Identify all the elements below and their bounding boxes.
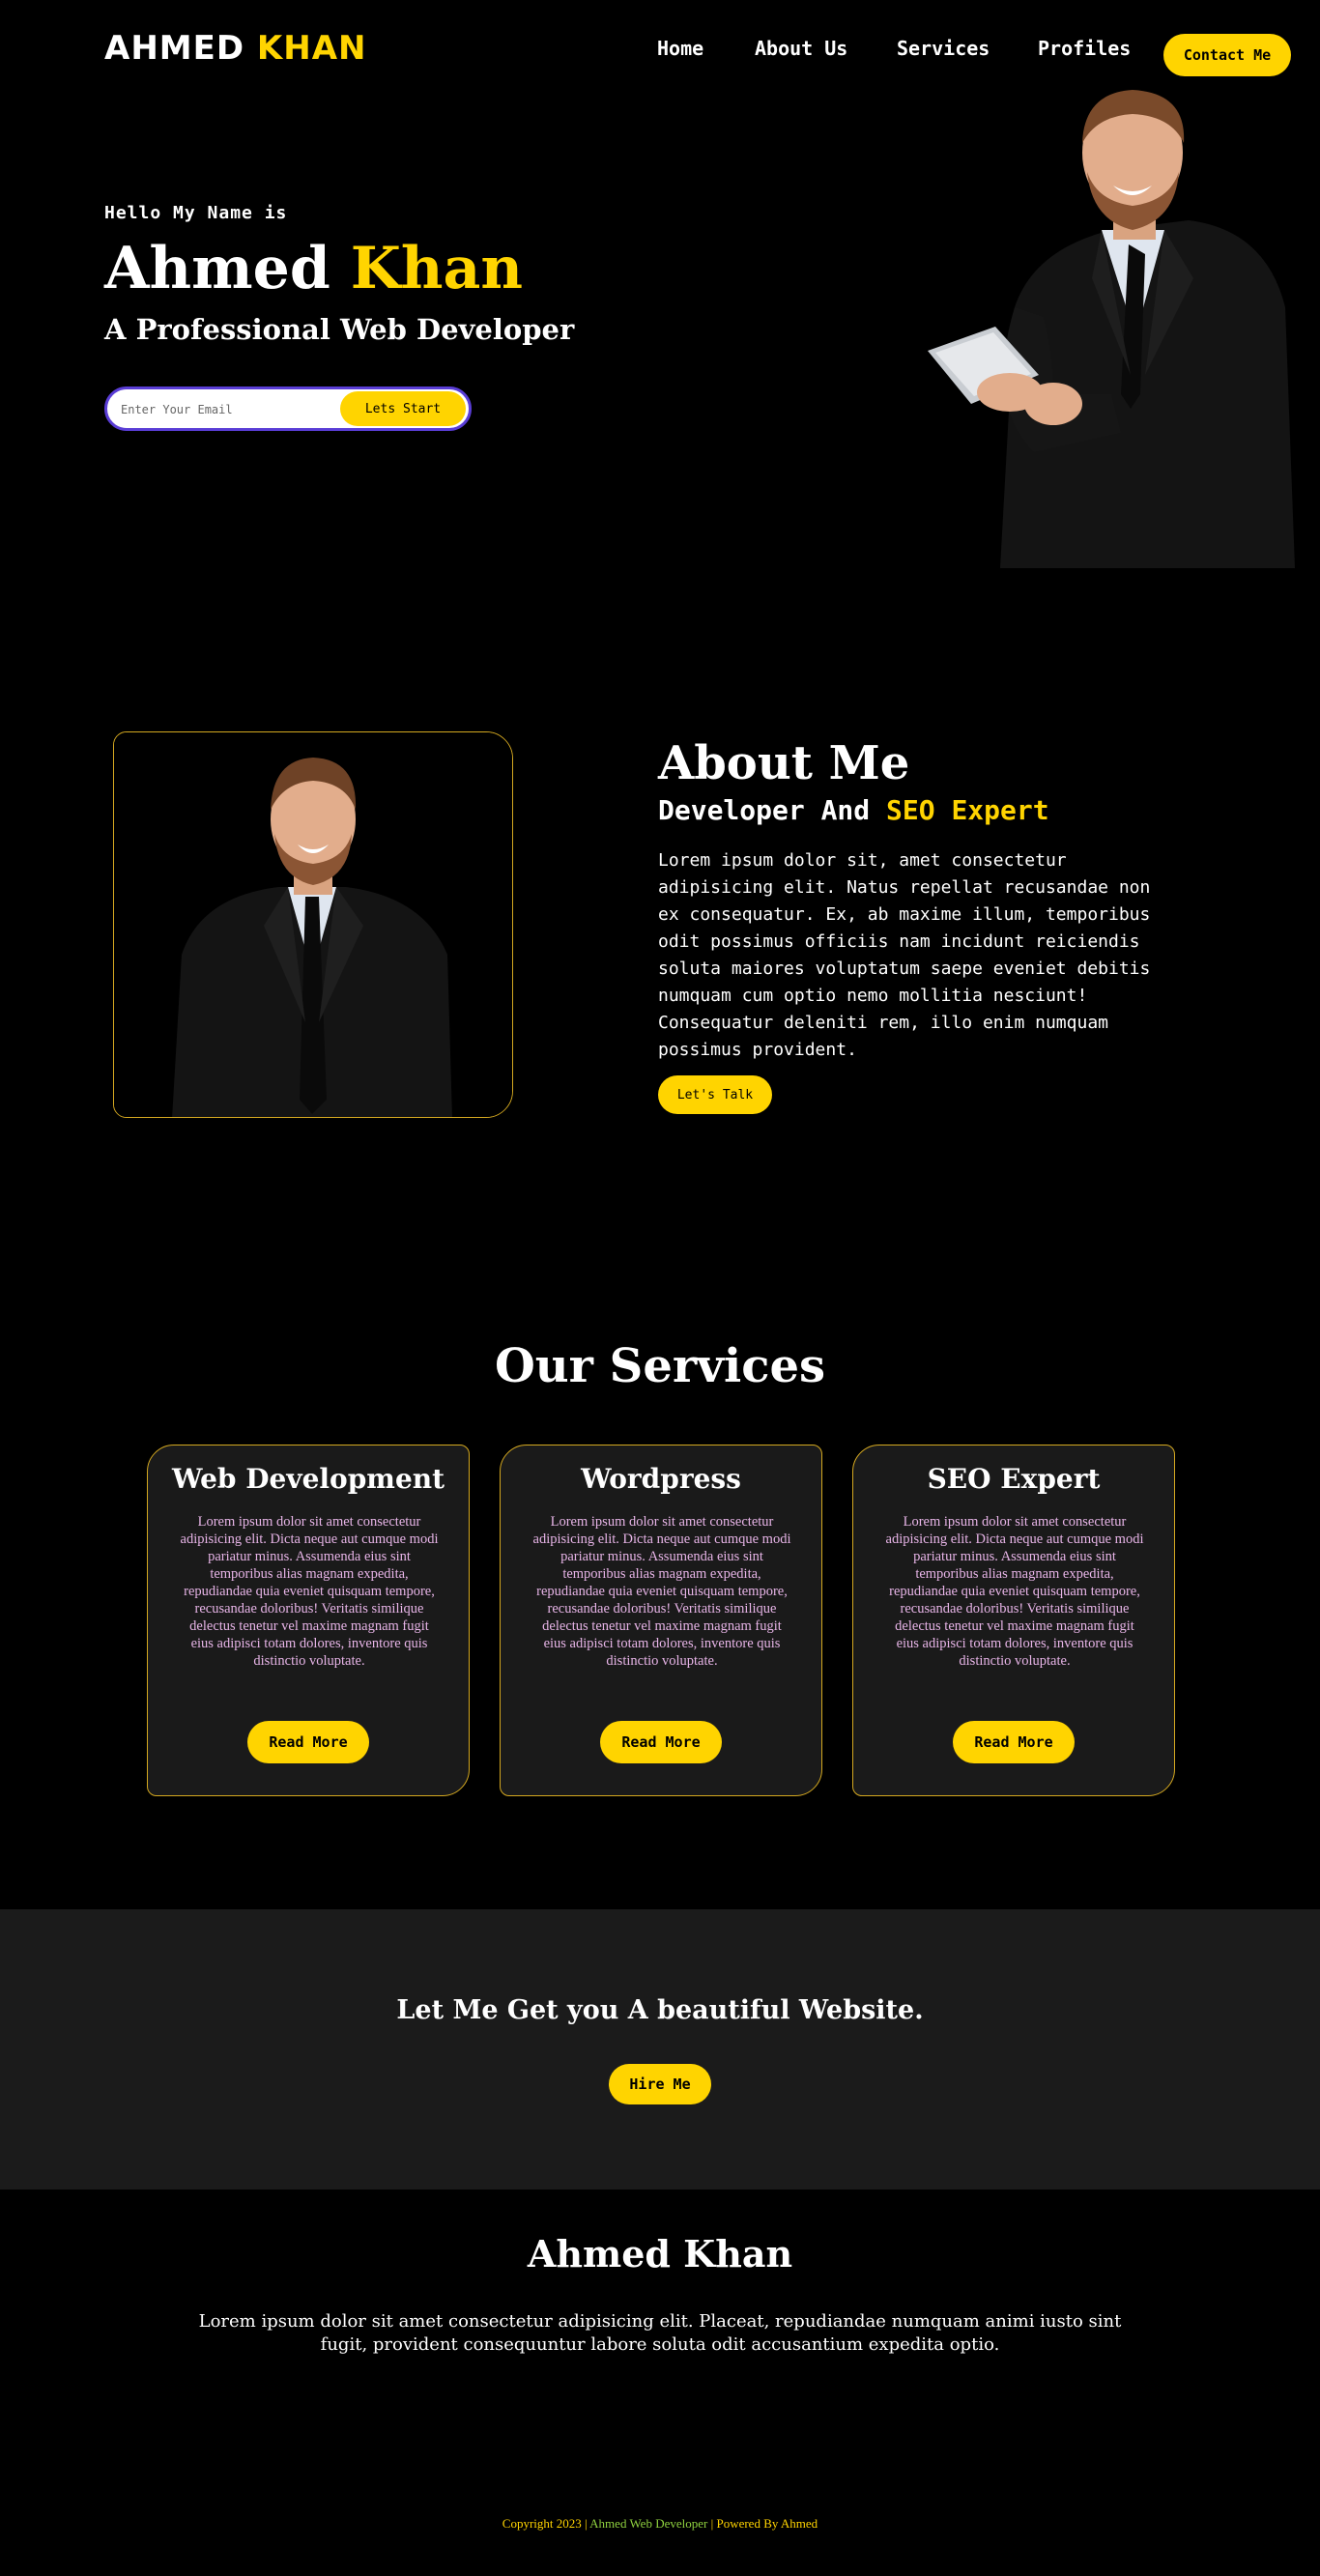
read-more-button[interactable]: Read More (600, 1721, 722, 1763)
hero-name: Ahmed Khan (104, 235, 523, 302)
email-input[interactable] (121, 399, 314, 420)
nav-link-home[interactable]: Home (657, 37, 703, 60)
hero-portrait-image (928, 90, 1295, 568)
about-title: About Me (658, 736, 910, 790)
about-subtitle-prefix: Developer And (658, 794, 871, 826)
lets-talk-button[interactable]: Let's Talk (658, 1075, 772, 1114)
lets-start-button[interactable]: Lets Start (340, 391, 466, 426)
about-description: Lorem ipsum dolor sit, amet consectetur … (658, 850, 1151, 1060)
hero-greeting: Hello My Name is (104, 203, 288, 223)
about-subtitle: Developer And SEO Expert (658, 794, 1049, 826)
service-card-title: SEO Expert (927, 1463, 1101, 1495)
copyright-left: Copyright 2023 | (502, 2516, 588, 2531)
services-title: Our Services (494, 1339, 826, 1393)
nav-link-services[interactable]: Services (897, 37, 990, 60)
hire-me-button[interactable]: Hire Me (609, 2064, 711, 2104)
cta-title: Let Me Get you A beautiful Website. (396, 1995, 924, 2025)
copyright-link[interactable]: Ahmed Web Developer (589, 2516, 707, 2531)
service-card-web-development: Web Development Lorem ipsum dolor sit am… (147, 1445, 470, 1796)
service-card-title: Web Development (171, 1463, 445, 1495)
logo-last: KHAN (256, 29, 367, 68)
copyright-text: Copyright 2023 | Ahmed Web Developer | P… (0, 2516, 1320, 2532)
nav-link-profiles[interactable]: Profiles (1038, 37, 1131, 60)
service-card-seo-expert: SEO Expert Lorem ipsum dolor sit amet co… (852, 1445, 1175, 1796)
footer-description: Lorem ipsum dolor sit amet consectetur a… (198, 2311, 1122, 2355)
about-photo-frame (113, 731, 513, 1118)
hero-first-name: Ahmed (104, 235, 330, 302)
read-more-button[interactable]: Read More (953, 1721, 1075, 1763)
service-card-title: Wordpress (581, 1463, 741, 1495)
service-card-text: Lorem ipsum dolor sit amet consectetur a… (180, 1514, 439, 1669)
about-portrait-image (114, 732, 512, 1117)
service-card-text: Lorem ipsum dolor sit amet consectetur a… (885, 1514, 1144, 1669)
copyright-right: | Powered By Ahmed (710, 2516, 818, 2531)
hire-cta-section: Let Me Get you A beautiful Website. Hire… (0, 1909, 1320, 2190)
nav-link-about[interactable]: About Us (755, 37, 847, 60)
read-more-button[interactable]: Read More (247, 1721, 369, 1763)
service-card-wordpress: Wordpress Lorem ipsum dolor sit amet con… (500, 1445, 822, 1796)
hero-role: A Professional Web Developer (104, 313, 575, 346)
hero-last-name: Khan (350, 235, 523, 302)
email-signup-form: Lets Start (104, 386, 472, 431)
footer-name: Ahmed Khan (527, 2232, 793, 2275)
about-subtitle-highlight: SEO Expert (886, 794, 1049, 826)
logo-first: AHMED (104, 29, 245, 68)
service-card-text: Lorem ipsum dolor sit amet consectetur a… (532, 1514, 791, 1669)
contact-me-button[interactable]: Contact Me (1163, 34, 1291, 76)
site-logo[interactable]: AHMED KHAN (104, 29, 366, 68)
